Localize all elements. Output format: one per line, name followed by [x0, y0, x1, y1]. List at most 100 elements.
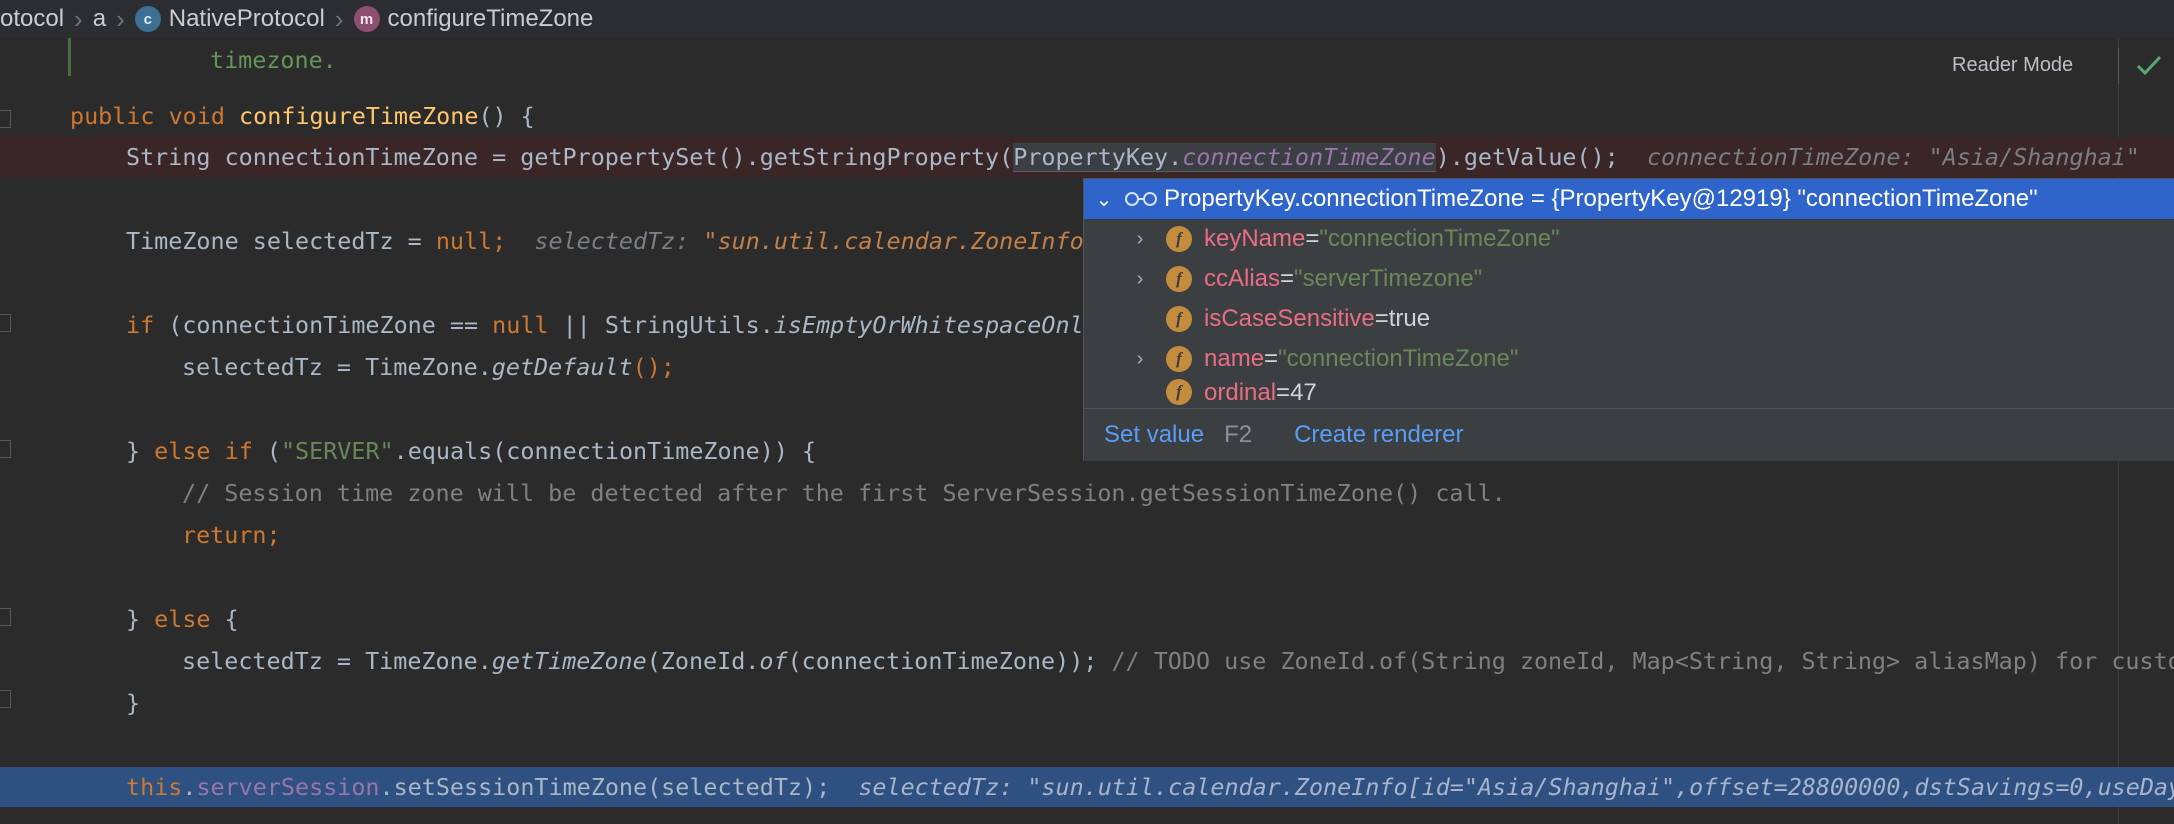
breadcrumb-item-configuretimezone[interactable]: m configureTimeZone: [353, 5, 594, 33]
breadcrumb-item-a[interactable]: a: [93, 5, 106, 33]
field-icon: f: [1166, 266, 1192, 292]
code-line-breakpoint: String connectionTimeZone = getPropertyS…: [0, 137, 2174, 177]
breadcrumb-item-nativeprotocol[interactable]: c NativeProtocol: [134, 5, 325, 33]
code-text: }: [126, 605, 155, 633]
popup-field-row[interactable]: f ordinal = 47: [1084, 375, 2174, 412]
code-line-else: } else {: [0, 599, 2174, 639]
field-eq: =: [1374, 305, 1389, 332]
chevron-right-icon[interactable]: ›: [1128, 228, 1152, 251]
chevron-right-icon: ›: [334, 3, 344, 34]
inline-value-hint: selectedTz: "sun.util.calendar.ZoneInfo[…: [858, 773, 2174, 801]
chevron-right-icon[interactable]: ›: [1128, 268, 1152, 291]
chevron-right-icon[interactable]: ›: [1128, 348, 1152, 371]
breadcrumb-label: NativeProtocol: [168, 5, 325, 32]
code-text: selectedTz = TimeZone.: [182, 353, 492, 381]
create-renderer-link[interactable]: Create renderer: [1294, 421, 1463, 449]
field-value: "serverTimezone": [1294, 265, 1483, 292]
chevron-right-icon: ›: [116, 3, 125, 34]
popup-header-row[interactable]: ⌄ PropertyKey.connectionTimeZone = {Prop…: [1084, 179, 2174, 219]
keyword: public: [70, 102, 155, 130]
class-icon: c: [134, 6, 161, 32]
field-name: name: [1204, 345, 1265, 372]
field-eq: =: [1280, 265, 1295, 292]
code-line-doc: timezone.: [0, 40, 2174, 80]
breadcrumb-label: configureTimeZone: [387, 5, 594, 32]
code-text: .: [182, 773, 197, 801]
method-call: of: [759, 647, 788, 675]
breadcrumb-label: otocol: [0, 5, 65, 32]
inline-value-hint: "sun.util.calendar.ZoneInfo: [703, 227, 1084, 255]
method-call: getDefault: [491, 353, 633, 381]
code-text: (: [252, 437, 281, 465]
field-eq: =: [1305, 225, 1320, 252]
string-literal: "SERVER": [280, 437, 394, 465]
doc-text: timezone.: [210, 46, 337, 74]
popup-field-row[interactable]: › f ccAlias = "serverTimezone": [1084, 259, 2174, 299]
breadcrumb: otocol › a › c NativeProtocol › m config…: [0, 0, 2174, 39]
method-call: getTimeZone: [491, 647, 647, 675]
class-ref: PropertyKey.: [1013, 143, 1183, 171]
code-text: (connectionTimeZone ==: [154, 311, 493, 339]
code-text: String connectionTimeZone = getPropertyS…: [126, 143, 1014, 171]
code-text: (connectionTimeZone));: [787, 647, 1112, 675]
code-text: || StringUtils.: [548, 311, 774, 339]
code-line-current-execution: this.serverSession.setSessionTimeZone(se…: [0, 767, 2174, 807]
watch-glasses-icon: [1125, 192, 1157, 206]
shortcut-hint: F2: [1224, 421, 1253, 448]
field-value: "connectionTimeZone": [1278, 345, 1519, 372]
popup-field-row[interactable]: › f keyName = "connectionTimeZone": [1084, 219, 2174, 259]
field-value: true: [1388, 305, 1431, 332]
code-text: ();: [632, 353, 675, 381]
field-name: keyName: [1204, 225, 1306, 252]
code-text: ;: [492, 227, 507, 255]
method-icon: m: [353, 6, 380, 32]
code-line-return: return;: [0, 515, 2174, 555]
static-field: connectionTimeZone: [1182, 143, 1436, 171]
field-name: ccAlias: [1204, 265, 1281, 292]
field-icon: f: [1166, 226, 1192, 252]
keyword: if: [126, 311, 155, 339]
code-text: {: [210, 605, 239, 633]
code-text: selectedTz = TimeZone.: [182, 647, 492, 675]
method-name: configureTimeZone: [239, 102, 479, 130]
inline-value-hint: connectionTimeZone: "Asia/Shanghai": [1646, 143, 2140, 171]
code-text: ).getValue();: [1435, 143, 1619, 171]
method-call: isEmptyOrWhitespaceOnl(: [773, 311, 1098, 339]
popup-footer: Set value F2 Create renderer: [1084, 408, 2174, 461]
breadcrumb-item-protocol[interactable]: otocol: [0, 5, 64, 33]
set-value-link[interactable]: Set value: [1104, 421, 1204, 449]
keyword: void: [168, 102, 225, 130]
code-text: () {: [478, 102, 535, 130]
keyword: else: [154, 605, 211, 633]
code-text: }: [126, 689, 141, 717]
field-name: ordinal: [1204, 379, 1277, 406]
popup-header-text: PropertyKey.connectionTimeZone = {Proper…: [1164, 185, 2038, 212]
field-eq: =: [1276, 379, 1291, 406]
keyword: if: [224, 437, 253, 465]
keyword: this: [126, 773, 183, 801]
field-icon: f: [1166, 346, 1192, 372]
debugger-value-popup[interactable]: ⌄ PropertyKey.connectionTimeZone = {Prop…: [1083, 178, 2174, 461]
chevron-right-icon: ›: [74, 3, 83, 34]
code-line-comment: // Session time zone will be detected af…: [0, 473, 2174, 513]
popup-field-row[interactable]: › f name = "connectionTimeZone": [1084, 339, 2174, 379]
code-comment: // Session time zone will be detected af…: [182, 479, 1506, 507]
field-name: isCaseSensitive: [1204, 305, 1375, 332]
code-text: TimeZone selectedTz =: [126, 227, 436, 255]
hovered-expression[interactable]: PropertyKey.connectionTimeZone: [1013, 143, 1436, 172]
code-line-method-signature: public void configureTimeZone() {: [0, 96, 2174, 136]
chevron-down-icon[interactable]: ⌄: [1092, 187, 1116, 212]
field-value: 47: [1290, 379, 1317, 406]
field-eq: =: [1264, 345, 1279, 372]
keyword: else: [154, 437, 211, 465]
code-line-close-brace: }: [0, 683, 2174, 723]
keyword: return;: [182, 521, 281, 549]
code-text: .setSessionTimeZone(selectedTz);: [379, 773, 831, 801]
keyword: null: [435, 227, 493, 255]
field-icon: f: [1166, 306, 1192, 332]
popup-field-row[interactable]: f isCaseSensitive = true: [1084, 299, 2174, 339]
field-value: "connectionTimeZone": [1319, 225, 1560, 252]
code-comment: // TODO use ZoneId.of(String zoneId, Map…: [1111, 647, 2174, 675]
field-icon: f: [1166, 379, 1192, 405]
